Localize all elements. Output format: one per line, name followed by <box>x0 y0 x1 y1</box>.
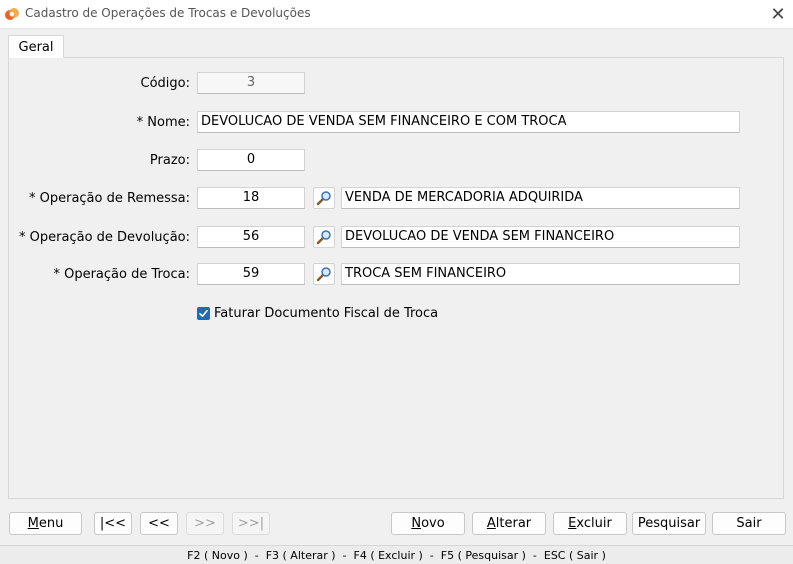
shortcut-status-bar: F2 ( Novo ) - F3 ( Alterar ) - F4 ( Excl… <box>0 545 793 564</box>
previous-record-button[interactable]: << <box>140 512 178 535</box>
magnifier-icon <box>316 191 331 206</box>
prazo-label: Prazo: <box>149 153 190 168</box>
devolucao-label: * Operação de Devolução: <box>19 230 190 245</box>
title-bar: Cadastro de Operações de Trocas e Devolu… <box>0 0 793 29</box>
menu-button[interactable]: Menu <box>9 512 82 535</box>
excluir-mnemonic: E <box>568 516 577 531</box>
troca-search-button[interactable] <box>313 263 335 285</box>
remessa-code-field[interactable]: 18 <box>197 187 305 209</box>
troca-label: * Operação de Troca: <box>53 267 190 282</box>
alterar-button[interactable]: Alterar <box>472 512 546 535</box>
novo-mnemonic: N <box>411 516 422 531</box>
remessa-label: * Operação de Remessa: <box>28 191 190 206</box>
novo-label-rest: ovo <box>421 516 445 531</box>
faturar-checkbox-row[interactable]: Faturar Documento Fiscal de Troca <box>197 305 438 321</box>
magnifier-icon <box>316 230 331 245</box>
window-title: Cadastro de Operações de Trocas e Devolu… <box>25 6 311 20</box>
sair-button[interactable]: Sair <box>712 512 786 535</box>
novo-button[interactable]: Novo <box>391 512 465 535</box>
devolucao-search-button[interactable] <box>313 226 335 248</box>
devolucao-description-field: DEVOLUCAO DE VENDA SEM FINANCEIRO <box>341 226 740 248</box>
alterar-mnemonic: A <box>486 516 496 531</box>
troca-description-field: TROCA SEM FINANCEIRO <box>341 263 740 285</box>
nome-label: * Nome: <box>136 115 190 130</box>
last-record-button[interactable]: >>| <box>232 512 270 535</box>
prazo-field[interactable]: 0 <box>197 149 305 171</box>
next-record-button[interactable]: >> <box>186 512 224 535</box>
pesquisar-button[interactable]: Pesquisar <box>632 512 706 535</box>
devolucao-code-field[interactable]: 56 <box>197 226 305 248</box>
tab-geral[interactable]: Geral <box>8 35 64 58</box>
close-button[interactable]: ✕ <box>763 0 793 28</box>
magnifier-icon <box>316 267 331 282</box>
codigo-label: Código: <box>140 76 190 91</box>
faturar-checkbox[interactable] <box>197 306 210 320</box>
excluir-button[interactable]: Excluir <box>553 512 627 535</box>
checkmark-icon <box>199 309 208 317</box>
troca-code-field[interactable]: 59 <box>197 263 305 285</box>
menu-mnemonic: M <box>27 516 39 531</box>
faturar-label: Faturar Documento Fiscal de Troca <box>214 305 439 321</box>
menu-label-rest: enu <box>38 516 64 531</box>
app-logo-icon <box>5 8 19 20</box>
codigo-field: 3 <box>197 72 305 94</box>
nome-field[interactable]: DEVOLUCAO DE VENDA SEM FINANCEIRO E COM … <box>197 111 740 133</box>
remessa-search-button[interactable] <box>313 187 335 209</box>
remessa-description-field: VENDA DE MERCADORIA ADQUIRIDA <box>341 187 740 209</box>
close-icon: ✕ <box>770 3 786 25</box>
excluir-label-rest: xcluir <box>576 516 612 531</box>
alterar-label-rest: lterar <box>495 516 532 531</box>
first-record-button[interactable]: |<< <box>94 512 132 535</box>
